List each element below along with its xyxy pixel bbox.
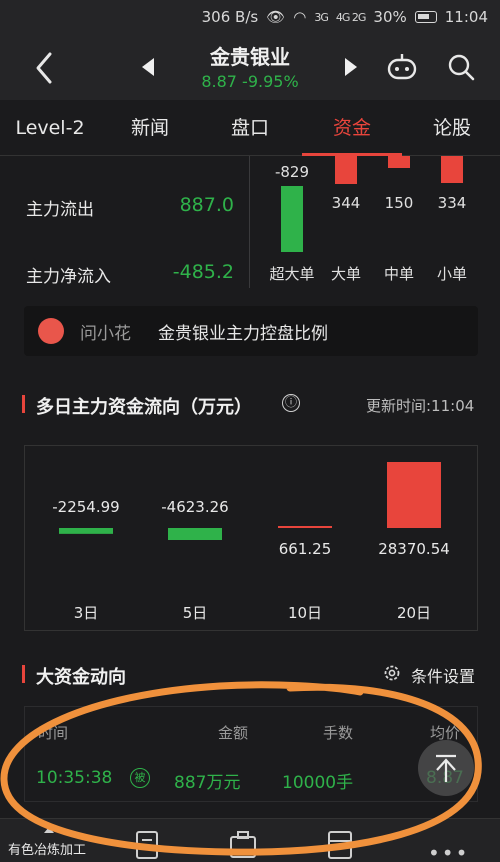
order-value-0: -829 — [274, 163, 310, 181]
divider — [249, 156, 250, 288]
day-bar-2 — [278, 526, 332, 528]
day-bar-1 — [168, 528, 222, 540]
tab-discussion[interactable]: 论股 — [406, 100, 498, 156]
robot-icon[interactable] — [386, 52, 418, 82]
wifi-icon: ◠ — [293, 8, 307, 26]
tab-level2[interactable]: Level-2 — [4, 100, 96, 156]
order-value-3: 334 — [437, 194, 467, 212]
tab-orderbook[interactable]: 盘口 — [204, 100, 296, 156]
net-inflow-label: 主力净流入 — [26, 267, 111, 287]
stock-name: 金贵银业 — [210, 45, 290, 69]
day-bar-0 — [59, 528, 113, 534]
multi-day-title: 多日主力资金流向（万元） — [36, 397, 252, 418]
ai-name: 问小花 — [80, 324, 131, 344]
col-amount: 金额 — [218, 724, 249, 742]
section-marker — [22, 665, 25, 683]
clock: 11:04 — [444, 8, 488, 26]
net-inflow-value: -485.2 — [172, 261, 234, 283]
more-icon[interactable]: ••• — [428, 841, 469, 862]
section-marker — [22, 395, 25, 413]
day-bar-3 — [387, 462, 441, 528]
order-label-1: 大单 — [330, 265, 361, 283]
scroll-top-button[interactable] — [418, 740, 474, 796]
stock-header: 金贵银业 8.87 -9.95% — [0, 34, 500, 100]
row-time: 10:35:38 — [36, 768, 113, 788]
order-label-2: 中单 — [383, 265, 414, 283]
industry-button[interactable]: 有色冶炼加工 — [8, 839, 86, 858]
bottom-nav: 有色冶炼加工 ••• — [0, 818, 500, 862]
battery-icon — [414, 11, 437, 23]
add-watchlist-icon[interactable] — [326, 829, 354, 859]
day-value-1: -4623.26 — [161, 498, 228, 516]
info-icon[interactable]: ⓘ — [282, 394, 300, 412]
notes-icon[interactable] — [134, 829, 160, 859]
order-value-1: 344 — [331, 194, 361, 212]
eye-icon: 👁 — [266, 8, 286, 26]
big-money-title: 大资金动向 — [36, 667, 126, 688]
day-value-0: -2254.99 — [52, 498, 119, 516]
day-label-3: 20日 — [397, 604, 431, 622]
order-bar-1 — [335, 156, 357, 184]
outflow-label: 主力流出 — [26, 200, 94, 220]
prev-stock-icon[interactable] — [142, 58, 154, 76]
multi-day-chart: -2254.99 3日 -4623.26 5日 661.25 10日 28370.54 20日 — [24, 445, 478, 631]
stock-price: 8.87 -9.95% — [201, 72, 299, 91]
order-value-2: 150 — [384, 194, 414, 212]
order-bar-0 — [281, 186, 303, 252]
outflow-value: 887.0 — [179, 194, 234, 216]
gear-icon[interactable] — [382, 663, 402, 683]
order-label-3: 小单 — [436, 265, 467, 283]
day-value-2: 661.25 — [279, 540, 332, 558]
tab-funds[interactable]: 资金 — [306, 100, 398, 156]
next-stock-icon[interactable] — [345, 58, 357, 76]
ai-suggested-question[interactable]: 金贵银业主力控盘比例 — [158, 319, 328, 344]
col-time: 时间 — [38, 724, 69, 742]
ai-logo-icon — [38, 318, 64, 344]
condition-settings[interactable]: 条件设置 — [411, 663, 475, 687]
search-icon[interactable] — [446, 52, 476, 82]
multi-day-chart-svg: -2254.99 3日 -4623.26 5日 661.25 10日 28370.54 20日 — [52, 462, 450, 622]
ai-assistant-bar[interactable]: 问小花 金贵银业主力控盘比例 — [24, 306, 478, 356]
row-amount: 887万元 — [174, 773, 241, 793]
passive-tag: 被 — [130, 768, 150, 788]
tab-bar: Level-2 新闻 盘口 资金 论股 — [0, 100, 500, 156]
scroll-top-icon — [436, 754, 456, 782]
network-speed: 306 B/s — [201, 8, 259, 26]
signal-3g: 3G — [314, 10, 328, 24]
row-lots: 10000手 — [282, 773, 354, 793]
stock-title: 金贵银业 8.87 -9.95% — [170, 41, 330, 91]
order-bar-3 — [441, 156, 463, 184]
battery-percent: 30% — [373, 8, 407, 26]
back-icon[interactable] — [30, 48, 58, 88]
order-bar-2 — [388, 156, 410, 169]
signal-4g: 4G 2G — [335, 10, 367, 24]
status-bar: 306 B/s 👁 ◠ 3G 4G 2G 30% 11:04 — [0, 0, 500, 34]
day-label-2: 10日 — [288, 604, 322, 622]
chevron-up-icon[interactable] — [44, 827, 54, 833]
trade-icon[interactable] — [228, 829, 258, 859]
order-label-0: 超大单 — [269, 265, 315, 283]
tab-news[interactable]: 新闻 — [104, 100, 196, 156]
day-label-0: 3日 — [74, 604, 99, 622]
day-label-1: 5日 — [183, 604, 208, 622]
col-lots: 手数 — [323, 724, 354, 742]
update-time: 更新时间:11:04 — [366, 397, 475, 415]
day-value-3: 28370.54 — [378, 540, 450, 558]
